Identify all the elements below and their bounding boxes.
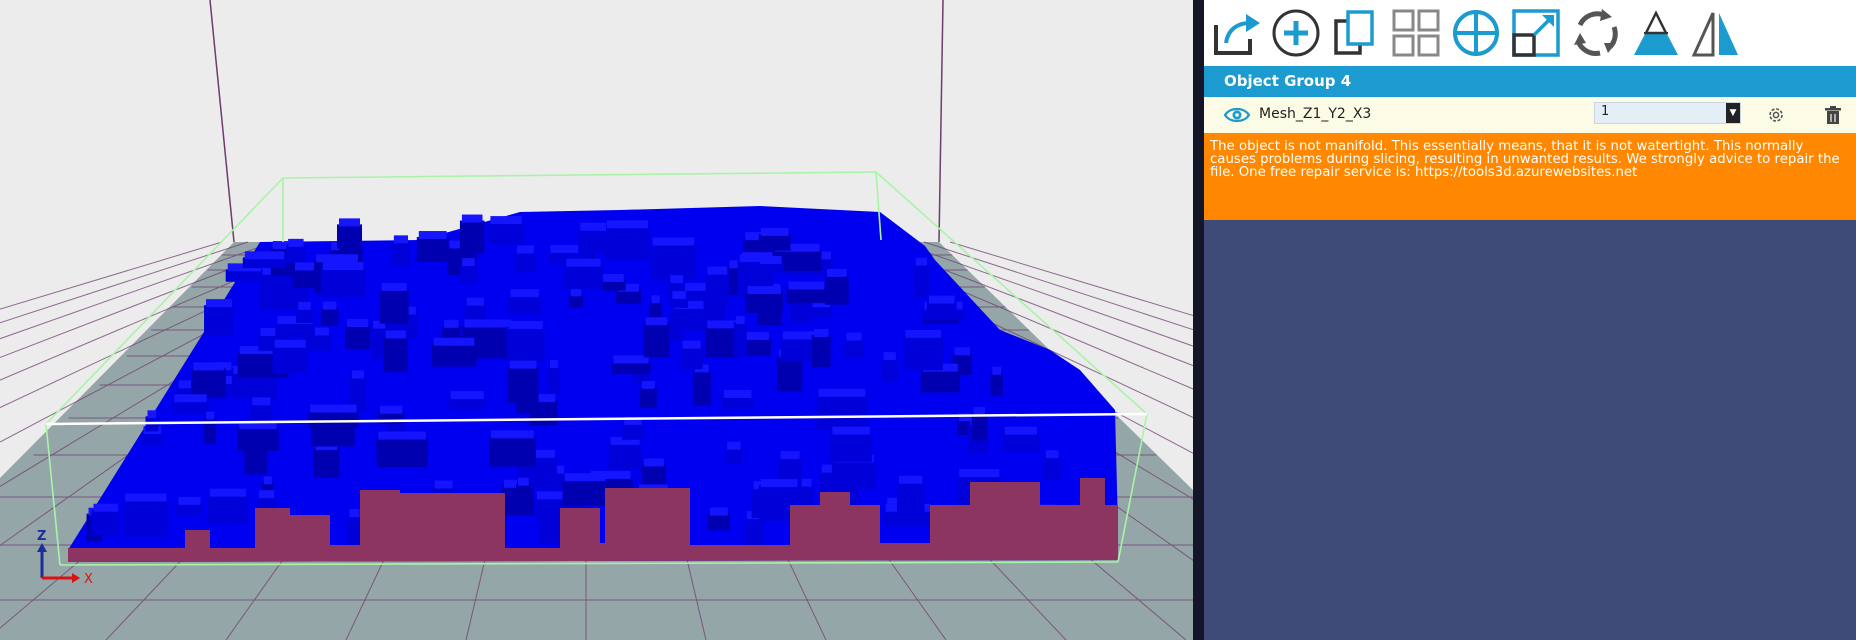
gear-icon: [1769, 108, 1783, 122]
settings-button[interactable]: [1766, 105, 1786, 125]
add-icon[interactable]: [1266, 2, 1326, 64]
delete-button[interactable]: [1823, 105, 1843, 125]
panel-divider[interactable]: [1193, 0, 1204, 640]
manifold-warning: The object is not manifold. This essenti…: [1204, 133, 1856, 220]
object-name[interactable]: Mesh_Z1_Y2_X3: [1259, 106, 1371, 122]
scale-icon[interactable]: [1506, 2, 1566, 64]
trash-icon: [1825, 106, 1841, 124]
printer-frame-left: [209, 0, 235, 243]
scene-canvas[interactable]: Z X: [0, 0, 1193, 640]
chevron-down-icon[interactable]: ▼: [1726, 103, 1740, 123]
copy-icon[interactable]: [1326, 2, 1386, 64]
toolbar: [1204, 0, 1856, 66]
cut-icon[interactable]: [1626, 2, 1686, 64]
copies-value: 1: [1601, 104, 1610, 119]
axis-x-label: X: [84, 572, 93, 587]
3d-viewport[interactable]: Z X: [0, 0, 1193, 640]
eye-icon: [1223, 107, 1251, 123]
visibility-toggle[interactable]: [1223, 104, 1251, 126]
copies-select[interactable]: 1 ▼: [1594, 102, 1741, 124]
object-group-header[interactable]: Object Group 4: [1204, 66, 1856, 97]
side-panel: Object Group 4 Mesh_Z1_Y2_X3 1 ▼ The obj…: [1204, 0, 1856, 640]
mirror-icon[interactable]: [1686, 2, 1746, 64]
share-icon[interactable]: [1206, 2, 1266, 64]
arrange-icon[interactable]: [1386, 2, 1446, 64]
printer-frame-right: [938, 0, 944, 243]
move-icon[interactable]: [1446, 2, 1506, 64]
axis-z-label: Z: [37, 529, 46, 544]
rotate-icon[interactable]: [1566, 2, 1626, 64]
object-row[interactable]: Mesh_Z1_Y2_X3 1 ▼: [1204, 97, 1856, 133]
